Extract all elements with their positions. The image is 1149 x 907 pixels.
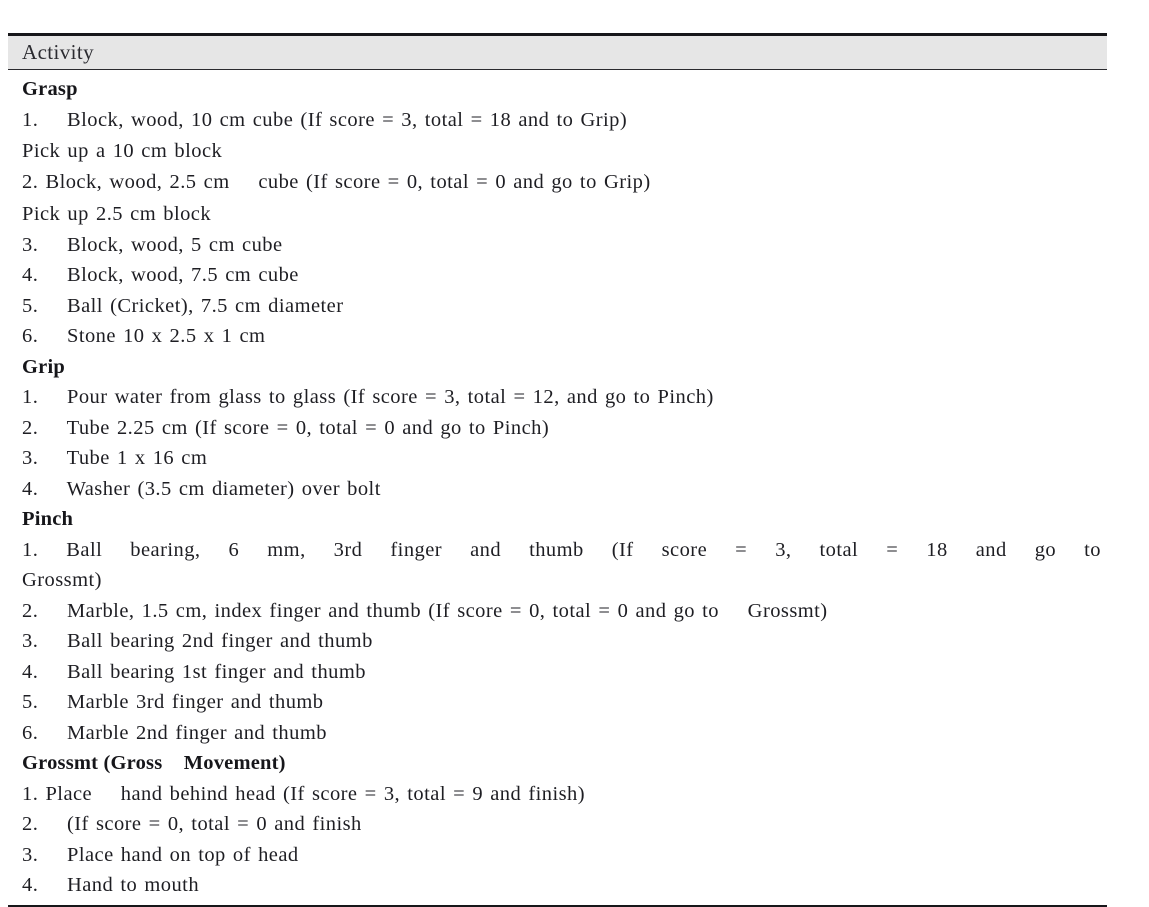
section-heading: Grasp [22,78,78,100]
activity-item: 4. Washer (3.5 cm diameter) over bolt [22,477,381,500]
activity-item: 6. Marble 2nd finger and thumb [22,721,327,744]
activity-item-continuation: Grossmt) [22,569,102,591]
activity-item: 1. Ball bearing, 6 mm, 3rd finger and th… [22,538,1101,561]
activity-item: 1. Block, wood, 10 cm cube (If score = 3… [22,108,628,131]
activity-item: 6. Stone 10 x 2.5 x 1 cm [22,325,266,347]
activity-item: 3. Tube 1 x 16 cm [22,447,208,469]
table-row: Grasp 1. Block, wood, 10 cm cube (If scor… [8,69,1107,907]
table-header-row: Activity [8,33,1107,70]
activity-section: Grasp 1. Block, wood, 10 cm cube (If scor… [8,74,1107,352]
activity-section: Grip 1. Pour water from glass to glass (I… [8,352,1107,505]
activity-item: 2. Tube 2.25 cm (If score = 0, total = 0… [22,416,550,439]
activity-item: 2. Block, wood, 2.5 cm cube (If score = … [22,171,651,193]
activity-item: 4. Ball bearing 1st finger and thumb [22,660,366,683]
document-page: Activity Grasp 1. Block, wood, 10 cm cube… [0,0,1149,907]
activity-table: Activity Grasp 1. Block, wood, 10 cm cube… [8,33,1107,907]
activity-item: 1. Place hand behind head (If score = 3,… [22,782,585,805]
table-body: Grasp 1. Block, wood, 10 cm cube (If scor… [8,69,1107,907]
activity-item: 5. Marble 3rd finger and thumb [22,691,324,713]
activity-item: 2. Marble, 1.5 cm, index finger and thum… [22,599,828,622]
section-heading: Grossmt (Gross Movement) [22,752,286,774]
activity-item: 3. Block, wood, 5 cm cube [22,233,283,256]
activity-note: Pick up a 10 cm block [22,140,223,162]
activity-section: Grossmt (Gross Movement) 1. Place hand be… [8,748,1107,901]
table-head: Activity [8,33,1107,70]
activity-item: 5. Ball (Cricket), 7.5 cm diameter [22,294,344,317]
section-heading: Grip [22,355,65,378]
activity-item: 3. Place hand on top of head [22,843,299,866]
activity-item: 1. Pour water from glass to glass (If sc… [22,386,714,408]
activity-section: Pinch 1. Ball bearing, 6 mm, 3rd finger a… [8,504,1107,748]
activity-item: 2. (If score = 0, total = 0 and finish [22,813,362,835]
column-header-activity: Activity [8,33,1107,70]
activity-list-cell: Grasp 1. Block, wood, 10 cm cube (If scor… [8,69,1107,907]
activity-item: 3. Ball bearing 2nd finger and thumb [22,630,373,652]
activity-sections: Grasp 1. Block, wood, 10 cm cube (If scor… [8,74,1107,901]
section-heading: Pinch [22,508,74,530]
activity-item: 4. Hand to mouth [22,874,200,896]
activity-note: Pick up 2.5 cm block [22,202,212,225]
activity-item: 4. Block, wood, 7.5 cm cube [22,264,299,286]
